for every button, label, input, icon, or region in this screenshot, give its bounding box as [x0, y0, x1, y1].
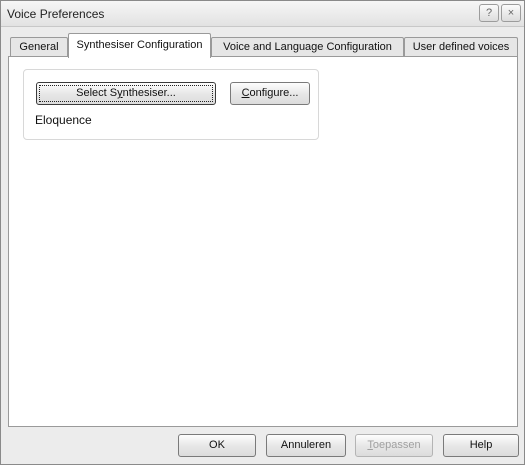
tab-voice-language-configuration[interactable]: Voice and Language Configuration	[211, 37, 404, 57]
tab-synthesiser-configuration[interactable]: Synthesiser Configuration	[68, 33, 211, 58]
ok-button[interactable]: OK	[178, 434, 256, 457]
tab-strip: General Synthesiser Configuration Voice …	[1, 33, 525, 58]
apply-button[interactable]: Toepassen	[355, 434, 433, 457]
current-synthesiser-label: Eloquence	[35, 113, 92, 127]
tab-general[interactable]: General	[10, 37, 68, 57]
close-icon[interactable]: ×	[501, 4, 521, 22]
window-title: Voice Preferences	[7, 7, 105, 21]
help-button[interactable]: Help	[443, 434, 519, 457]
voice-preferences-dialog: Voice Preferences ? × General Synthesise…	[0, 0, 525, 465]
title-bar[interactable]: Voice Preferences ? ×	[1, 1, 524, 27]
help-icon[interactable]: ?	[479, 4, 499, 22]
tab-panel: Select Synthesiser... Configure... Eloqu…	[8, 56, 518, 427]
configure-button[interactable]: Configure...	[230, 82, 310, 105]
synthesiser-group: Select Synthesiser... Configure... Eloqu…	[23, 69, 319, 140]
cancel-button[interactable]: Annuleren	[266, 434, 346, 457]
select-synthesiser-button[interactable]: Select Synthesiser...	[36, 82, 216, 105]
tab-user-defined-voices[interactable]: User defined voices	[404, 37, 518, 57]
